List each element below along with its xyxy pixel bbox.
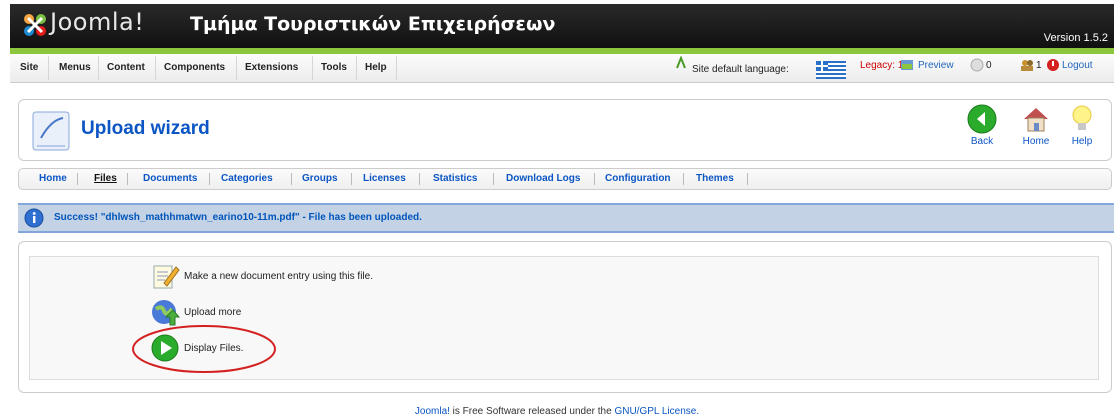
footer-joomla-link[interactable]: Joomla! [415,406,450,417]
tab-separator [419,173,420,185]
tab-separator [209,173,210,185]
menu-separator [312,56,313,80]
menu-extensions[interactable]: Extensions [245,62,298,73]
home-icon [1024,108,1048,132]
menu-separator [236,56,237,80]
menu-bar: Site Menus Content Components Extensions… [10,54,1114,83]
menu-site[interactable]: Site [20,62,38,73]
tab-download-logs[interactable]: Download Logs [506,173,580,184]
back-label: Back [970,136,994,147]
menu-tools[interactable]: Tools [321,62,347,73]
version-label: Version 1.5.2 [1043,32,1108,44]
menu-separator [98,56,99,80]
joomla-logo-text: Joomla! [50,8,145,36]
menu-separator [356,56,357,80]
footer-text: is Free Software released under the [449,406,615,417]
greek-flag-icon [816,61,846,79]
tab-separator [594,173,595,185]
help-label: Help [1071,136,1093,147]
back-button[interactable]: Back [963,104,1001,147]
success-message-text: Success! "dhlwsh_mathhmatwn_earino10-11m… [54,212,422,223]
footer-license-link[interactable]: GNU/GPL License. [614,406,699,417]
tab-licenses[interactable]: Licenses [363,173,406,184]
upload-more-label: Upload more [184,307,242,318]
tab-themes[interactable]: Themes [696,173,734,184]
logout-icon [1047,59,1059,71]
back-arrow-icon [967,104,997,134]
lightbulb-icon [1072,105,1092,130]
tab-categories[interactable]: Categories [221,173,273,184]
tab-groups[interactable]: Groups [302,173,338,184]
preview-icon [901,60,913,70]
home-button[interactable]: Home [1017,104,1055,147]
tab-documents[interactable]: Documents [143,173,197,184]
messages-count[interactable]: 0 [986,60,992,71]
tab-separator [291,173,292,185]
messages-icon [970,58,984,72]
menu-components[interactable]: Components [164,62,225,73]
menu-separator [396,56,397,80]
home-label: Home [1022,136,1050,147]
users-count[interactable]: 1 [1036,60,1042,71]
footer: Joomla! is Free Software released under … [0,406,1114,417]
success-message: Success! "dhlwsh_mathhmatwn_earino10-11m… [18,203,1114,233]
tab-separator [747,173,748,185]
site-title: Τμήμα Τουριστικών Επιχειρήσεων [190,13,556,35]
upload-wizard-icon [32,111,70,151]
menu-help[interactable]: Help [365,62,387,73]
site-language-label: Site default language: [692,64,789,75]
logout-link[interactable]: Logout [1062,60,1093,71]
tab-configuration[interactable]: Configuration [605,173,671,184]
tab-separator [683,173,684,185]
help-button[interactable]: Help [1063,104,1101,147]
admin-header: Joomla! Τμήμα Τουριστικών Επιχειρήσεων V… [10,4,1114,54]
annotation-circle [132,325,276,373]
menu-content[interactable]: Content [107,62,145,73]
info-icon [24,208,44,228]
tab-statistics[interactable]: Statistics [433,173,477,184]
tab-separator [77,173,78,185]
toolbar-box: Upload wizard Back Home Help [18,99,1112,161]
joomla-logo-icon [24,14,46,36]
edit-document-icon [153,265,180,289]
preview-link[interactable]: Preview [918,60,954,71]
new-document-label: Make a new document entry using this fil… [184,271,373,282]
tab-separator [493,173,494,185]
tab-home[interactable]: Home [39,173,67,184]
tab-files[interactable]: Files [94,173,117,184]
menu-menus[interactable]: Menus [59,62,91,73]
tab-separator [127,173,128,185]
menu-separator [155,56,156,80]
tab-separator [351,173,352,185]
menu-separator [48,56,49,80]
users-icon [1021,60,1033,71]
language-icon [676,56,686,69]
component-tabs: Home Files Documents Categories Groups L… [18,168,1112,190]
page-title: Upload wizard [81,118,210,139]
